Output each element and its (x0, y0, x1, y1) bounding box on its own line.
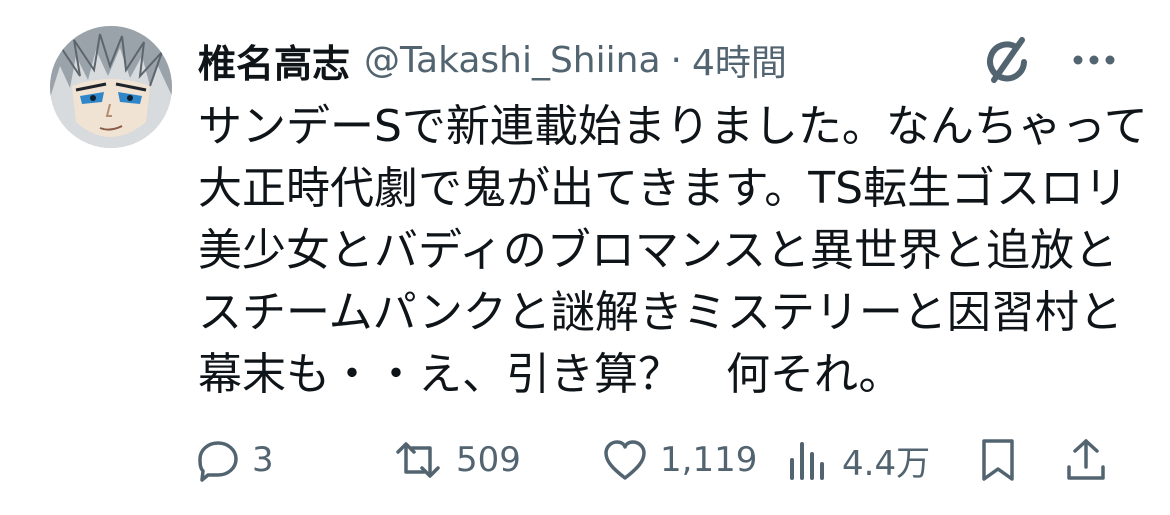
avatar[interactable] (50, 26, 172, 148)
reply-count: 3 (252, 440, 274, 480)
separator-dot: · (670, 39, 682, 81)
action-bar: 3 509 1,119 4.4万 (196, 430, 1126, 490)
reply-button[interactable]: 3 (196, 430, 274, 490)
tweet-text-line: 幕末も・・え、引き算？ 何それ。 (198, 349, 903, 400)
tweet-text-line: サンデーSで新連載始まりました。なんちゃって (198, 101, 1148, 152)
repost-count: 509 (456, 440, 521, 480)
bookmark-icon (978, 437, 1018, 483)
heart-icon (602, 438, 648, 482)
views-count: 4.4万 (842, 443, 931, 484)
tweet: 椎名高志 @Takashi_Shiina · 4時間 サンデーSで新連載始まりま… (0, 0, 1170, 515)
like-count: 1,119 (660, 440, 758, 480)
tweet-header: 椎名高志 @Takashi_Shiina · 4時間 (198, 30, 787, 90)
tweet-text-line: 大正時代劇で鬼が出てきます。TS転生ゴスロリ (198, 163, 1128, 214)
timestamp[interactable]: 4時間 (692, 34, 787, 86)
views-button[interactable]: 4.4万 (786, 430, 930, 490)
tweet-text-line: スチームパンクと謎解きミステリーと因習村と (198, 287, 1123, 338)
views-icon (786, 438, 830, 482)
share-icon (1064, 437, 1108, 483)
repost-button[interactable]: 509 (392, 430, 521, 490)
avatar-image (50, 26, 172, 148)
share-button[interactable] (1064, 430, 1108, 490)
user-handle[interactable]: @Takashi_Shiina (364, 40, 661, 81)
display-name[interactable]: 椎名高志 (198, 33, 350, 88)
tweet-text: サンデーSで新連載始まりました。なんちゃって 大正時代劇で鬼が出てきます。TS転… (198, 96, 1148, 406)
more-icon[interactable] (1064, 40, 1124, 80)
like-button[interactable]: 1,119 (602, 430, 757, 490)
reply-icon (196, 438, 240, 482)
grok-icon[interactable] (978, 32, 1038, 92)
tweet-text-line: 美少女とバディのブロマンスと異世界と追放と (198, 225, 1119, 276)
bookmark-button[interactable] (978, 430, 1018, 490)
repost-icon (392, 438, 444, 482)
